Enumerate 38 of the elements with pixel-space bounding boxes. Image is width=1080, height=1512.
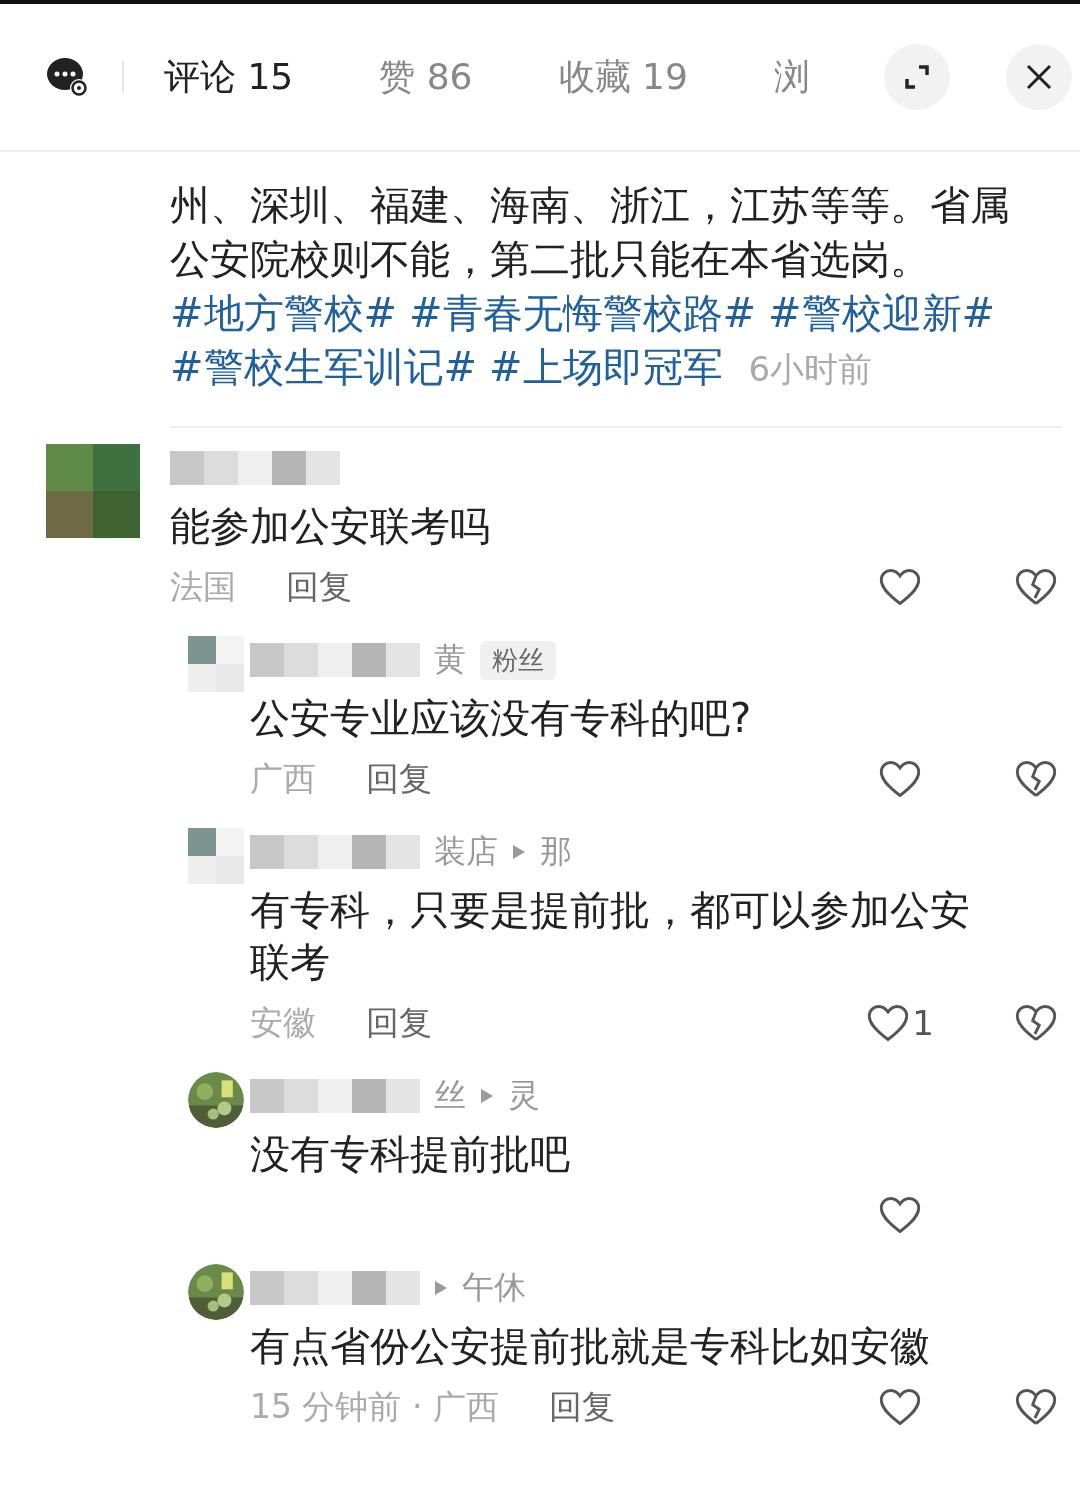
tab[interactable]: 浏 xyxy=(773,52,810,102)
post-time: 6小时前 xyxy=(748,349,873,389)
broken-heart-icon[interactable] xyxy=(1014,759,1058,799)
avatar[interactable] xyxy=(188,828,244,884)
reply-link[interactable]: 回复 xyxy=(548,1384,615,1430)
broken-heart-icon[interactable] xyxy=(1014,567,1058,607)
broken-heart-icon[interactable] xyxy=(1014,1003,1058,1043)
hashtag-link[interactable]: #上场即冠军 xyxy=(489,340,723,394)
hashtag-link[interactable]: #地方警校# xyxy=(170,286,398,340)
broken-heart-icon[interactable] xyxy=(1014,1387,1058,1427)
comment-meta: 法国 xyxy=(170,565,236,608)
close-icon xyxy=(1024,62,1054,92)
hashtag-link[interactable]: #警校生军训记# xyxy=(170,340,478,394)
comment-meta: 广西 xyxy=(250,757,316,800)
fan-badge: 粉丝 xyxy=(480,640,556,680)
comment-text: 有点省份公安提前批就是专科比如安徽 xyxy=(250,1322,931,1371)
reply-link[interactable]: 回复 xyxy=(366,756,432,802)
expand-icon xyxy=(902,62,932,92)
chat-settings-icon[interactable] xyxy=(46,55,90,99)
tab[interactable]: 评论 15 xyxy=(164,52,294,102)
reply-arrow-icon xyxy=(434,1280,448,1296)
like-button[interactable]: 1 xyxy=(860,1003,940,1043)
avatar[interactable] xyxy=(188,636,244,692)
reply-arrow-icon xyxy=(480,1088,494,1104)
comment-text: 能参加公安联考吗 xyxy=(170,502,491,551)
tab[interactable]: 赞 86 xyxy=(379,52,473,102)
reply-link[interactable]: 回复 xyxy=(366,1000,432,1046)
tab[interactable]: 收藏 19 xyxy=(558,52,688,102)
hashtag-link[interactable]: #青春无悔警校路# xyxy=(409,286,757,340)
comment-meta: 15 分钟前 · 广西 xyxy=(250,1385,499,1428)
comment-text: 没有专科提前批吧 xyxy=(250,1130,571,1179)
reply-link[interactable]: 回复 xyxy=(286,564,352,610)
comment-text: 有专科，只要是提前批，都可以参加公安联考 xyxy=(250,886,971,987)
hashtag-link[interactable]: #警校迎新# xyxy=(768,286,996,340)
comment-meta: 安徽 xyxy=(250,1001,316,1044)
comment-text: 公安专业应该没有专科的吧? xyxy=(250,694,753,743)
post-text: 州、深圳、福建、海南、浙江，江苏等等。省属公安院校则不能，第二批只能在本省选岗。 #地方警校# #青春无悔警校路# #警校迎新# #警校生军训记# #上场即冠军 6小时前 xyxy=(170,178,1020,396)
reply-arrow-icon xyxy=(512,844,526,860)
